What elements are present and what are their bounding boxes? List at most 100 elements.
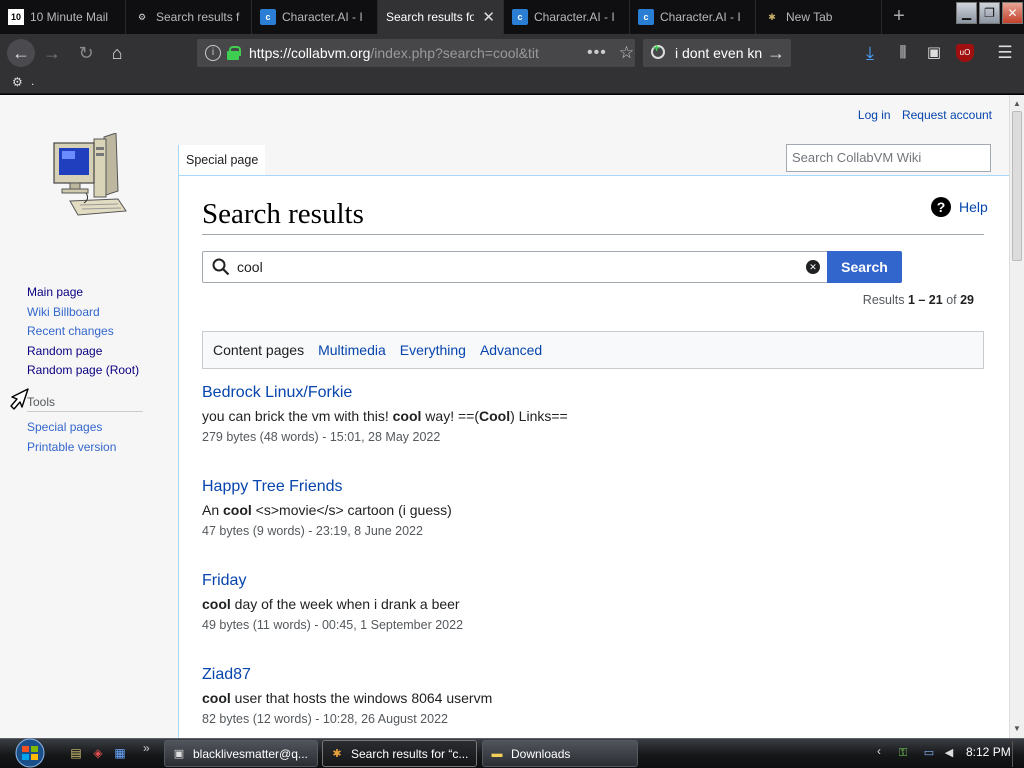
scroll-down-arrow-icon[interactable]: ▼: [1010, 722, 1024, 736]
search-query-input[interactable]: cool ✕: [202, 251, 828, 283]
help-label[interactable]: Help: [959, 199, 988, 215]
special-search-form: cool ✕ Search: [202, 251, 902, 283]
snippet-text: ) Links==: [510, 408, 568, 424]
forward-button[interactable]: →: [38, 39, 66, 67]
search-query-text[interactable]: cool: [237, 259, 263, 275]
search-result: Happy Tree Friends An cool <s>movie</s> c…: [202, 477, 982, 571]
info-icon[interactable]: i: [205, 45, 221, 61]
clear-search-icon[interactable]: ✕: [806, 260, 820, 274]
tab-10-minute-mail[interactable]: 10 10 Minute Mail: [0, 0, 126, 34]
search-icon: [212, 258, 230, 276]
sidebar-item-random-page[interactable]: Random page: [27, 342, 167, 362]
request-account-link[interactable]: Request account: [902, 108, 992, 122]
title-divider: [202, 234, 984, 235]
quicklaunch-more-icon[interactable]: »: [143, 741, 150, 755]
tab-search-results[interactable]: ⚙ Search results f: [126, 0, 252, 34]
tab-special-page[interactable]: Special page: [178, 145, 266, 176]
url-bar[interactable]: i https://collabvm.org/index.php?search=…: [197, 39, 635, 67]
tab-content-pages[interactable]: Content pages: [213, 342, 304, 358]
navigation-toolbar: ← → ↻ ⌂ i https://collabvm.org/index.php…: [0, 34, 1024, 72]
ublock-origin-icon[interactable]: uO: [956, 44, 974, 62]
page-scrollbar[interactable]: ▲ ▼: [1009, 95, 1024, 738]
search-result-title-link[interactable]: Bedrock Linux/Forkie: [202, 383, 982, 403]
page-actions-icon[interactable]: •••: [587, 44, 607, 62]
tab-label: Search results fo: [386, 10, 475, 24]
help-link[interactable]: ? Help: [931, 197, 988, 217]
search-go-icon[interactable]: →: [767, 43, 785, 64]
login-link[interactable]: Log in: [858, 108, 891, 122]
sidebar-item-random-page-root[interactable]: Random page (Root): [27, 361, 167, 381]
browser-search-box[interactable]: i dont even kn →: [643, 39, 791, 67]
sidebar-item-recent-changes[interactable]: Recent changes: [27, 322, 167, 342]
quicklaunch-browser-icon[interactable]: ◈: [90, 745, 106, 761]
snippet-match: Cool: [479, 408, 511, 424]
page-viewport: Log in Request account Main page Wiki Bi…: [0, 95, 1009, 738]
sidebar-item-wiki-billboard[interactable]: Wiki Billboard: [27, 303, 167, 323]
results-of: of: [942, 293, 961, 307]
taskbar-button-downloads[interactable]: ▬ Downloads: [482, 740, 638, 767]
taskbar-button-mail[interactable]: ▣ blacklivesmatter@q...: [164, 740, 318, 767]
taskbar-button-label: Search results for “c...: [351, 746, 469, 761]
help-question-icon[interactable]: ?: [931, 197, 951, 217]
close-tab-icon[interactable]: ✕: [482, 8, 495, 26]
ten-minute-mail-icon: 10: [8, 9, 24, 25]
snippet-match: cool: [223, 502, 252, 518]
tab-new-tab[interactable]: ✱ New Tab: [756, 0, 882, 34]
sidebar-item-printable-version[interactable]: Printable version: [27, 437, 116, 457]
main-content: Search results ? Help cool ✕ Search Resu…: [178, 175, 1009, 738]
quicklaunch-switch-windows-icon[interactable]: ▦: [112, 745, 128, 761]
wiki-search-input[interactable]: Search CollabVM Wiki: [786, 144, 991, 172]
scrollbar-thumb[interactable]: [1012, 111, 1022, 261]
character-ai-icon: c: [260, 9, 276, 25]
tab-label: Character.AI - I: [660, 10, 741, 24]
volume-tray-icon[interactable]: ◀: [941, 745, 957, 761]
lock-icon[interactable]: [227, 46, 241, 60]
browser-search-text[interactable]: i dont even kn: [675, 45, 767, 61]
network-tray-icon[interactable]: ⚿: [895, 745, 911, 761]
url-text[interactable]: https://collabvm.org/index.php?search=co…: [249, 45, 579, 61]
reload-button[interactable]: ↻: [72, 39, 100, 67]
wiki-favicon-icon: ⚙: [137, 11, 147, 22]
personal-tools: Log in Request account: [850, 108, 992, 122]
bookmark-star-icon[interactable]: ☆: [619, 43, 634, 63]
restore-button[interactable]: ❐: [979, 2, 1000, 24]
search-engine-icon[interactable]: [649, 41, 669, 63]
tray-expand-icon[interactable]: ‹: [877, 744, 881, 758]
back-button[interactable]: ←: [7, 39, 35, 67]
minimize-button[interactable]: ▁: [956, 2, 977, 24]
close-window-button[interactable]: ✕: [1002, 2, 1023, 24]
monitor-tray-icon[interactable]: ▭: [921, 745, 937, 761]
bookmark-favicon-icon[interactable]: ⚙: [12, 75, 26, 89]
tab-advanced[interactable]: Advanced: [480, 342, 542, 358]
spider-icon: ✱: [768, 11, 776, 22]
tab-multimedia[interactable]: Multimedia: [318, 342, 386, 358]
bookmark-item[interactable]: .: [31, 74, 34, 88]
scroll-up-arrow-icon[interactable]: ▲: [1010, 97, 1024, 111]
sidebar-item-special-pages[interactable]: Special pages: [27, 417, 116, 437]
taskbar-clock[interactable]: 8:12 PM: [966, 745, 1011, 759]
tab-everything[interactable]: Everything: [400, 342, 466, 358]
firefox-window-icon: ✱: [332, 747, 342, 760]
home-button[interactable]: ⌂: [103, 39, 131, 67]
tab-character-ai[interactable]: c Character.AI - I: [504, 0, 630, 34]
show-desktop-button[interactable]: [1012, 741, 1022, 767]
search-result-title-link[interactable]: Ziad87: [202, 665, 982, 685]
downloads-icon[interactable]: ⤓: [860, 43, 880, 63]
hamburger-menu-icon[interactable]: ☰: [995, 43, 1015, 63]
search-button[interactable]: Search: [827, 251, 902, 283]
tab-character-ai[interactable]: c Character.AI - I: [252, 0, 378, 34]
search-result-title-link[interactable]: Happy Tree Friends: [202, 477, 982, 497]
search-result-meta: 82 bytes (12 words) - 10:28, 26 August 2…: [202, 712, 448, 726]
taskbar-button-firefox[interactable]: ✱ Search results for “c...: [322, 740, 477, 767]
quicklaunch-show-desktop-icon[interactable]: ▤: [68, 745, 84, 761]
start-button[interactable]: [8, 738, 52, 768]
search-result-title-link[interactable]: Friday: [202, 571, 982, 591]
tab-search-results-active[interactable]: Search results fo ✕: [378, 0, 504, 34]
sidebar-item-main-page[interactable]: Main page: [27, 283, 167, 303]
sidebar-toggle-icon[interactable]: ▣: [924, 43, 944, 63]
search-result-snippet: An cool <s>movie</s> cartoon (i guess): [202, 501, 982, 519]
library-icon[interactable]: ⫼: [893, 43, 913, 63]
collabvm-computer-logo[interactable]: [50, 133, 130, 223]
tab-character-ai[interactable]: c Character.AI - I: [630, 0, 756, 34]
new-tab-button[interactable]: +: [888, 4, 910, 28]
